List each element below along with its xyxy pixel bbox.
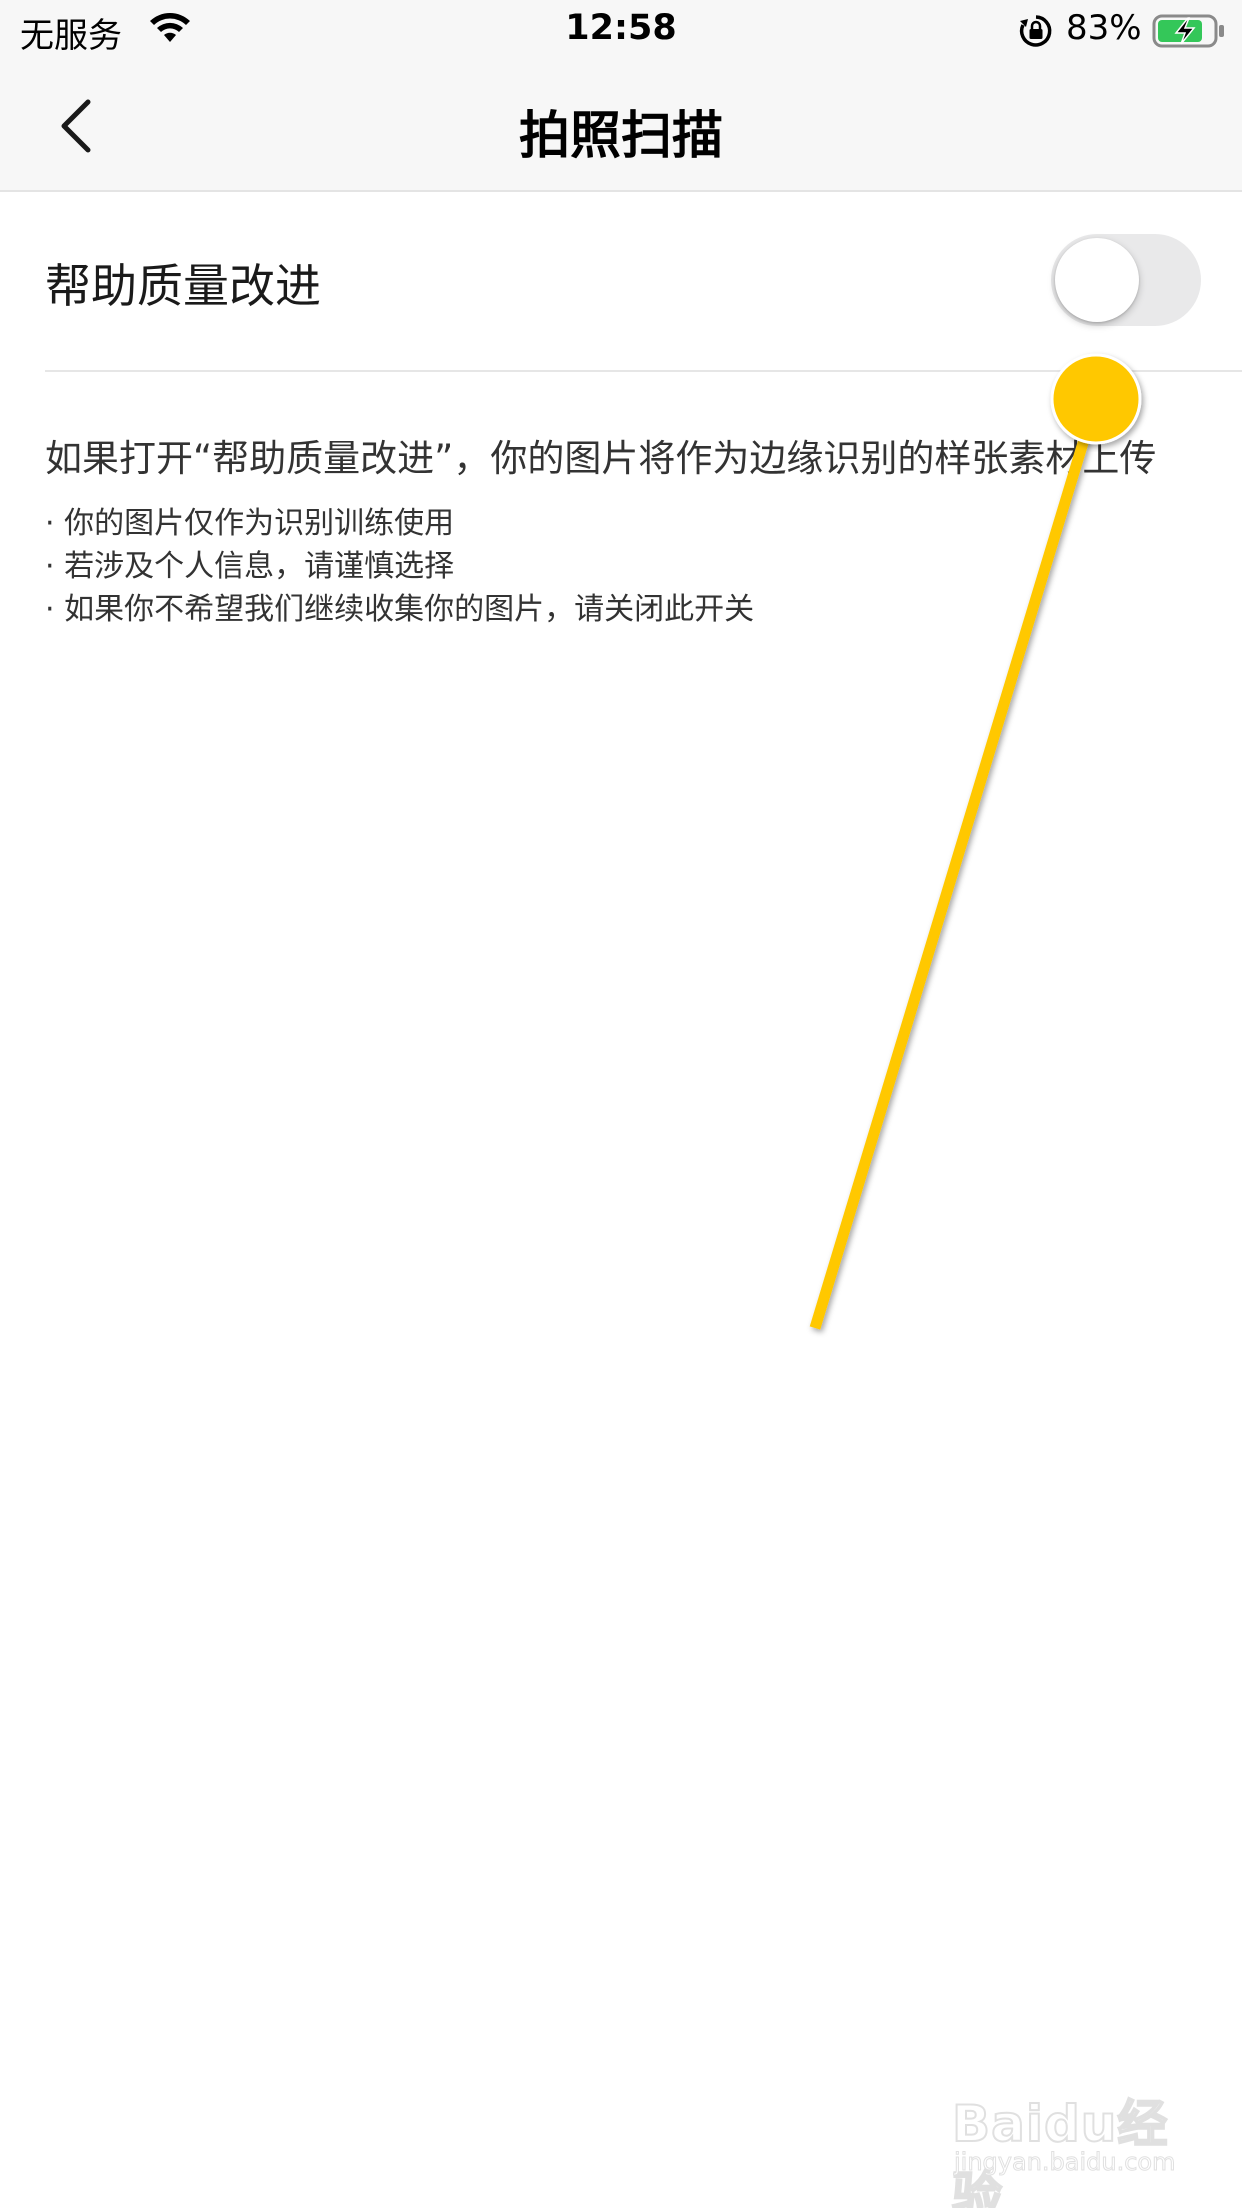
watermark-main-text: Baidu经验 bbox=[951, 2094, 1169, 2208]
bullet-item: · 如果你不希望我们继续收集你的图片，请关闭此开关 bbox=[45, 592, 755, 627]
page-title: 拍照扫描 bbox=[518, 107, 723, 166]
orientation-lock-icon bbox=[1019, 15, 1052, 47]
annotation-line bbox=[809, 398, 1102, 1330]
setting-row-quality-improvement: 帮助质量改进 bbox=[45, 192, 1242, 372]
baidu-watermark-logo: Baidu经验 jingyan.baidu.com bbox=[946, 2070, 1216, 2208]
description-bullets: · 你的图片仅作为识别训练使用 · 若涉及个人信息，请谨慎选择 · 如果你不希望… bbox=[45, 502, 754, 631]
battery-charging-icon bbox=[1152, 14, 1224, 48]
bullet-item: · 若涉及个人信息，请谨慎选择 bbox=[45, 549, 455, 584]
clock: 12:58 bbox=[565, 8, 677, 48]
description-text: 如果打开“帮助质量改进”，你的图片将作为边缘识别的样张素材上传 bbox=[45, 437, 1157, 480]
status-bar: 无服务 12:58 83% bbox=[0, 0, 1242, 60]
battery-percent: 83% bbox=[1066, 8, 1142, 48]
navigation-bar: 拍照扫描 bbox=[0, 60, 1242, 192]
bullet-item: · 你的图片仅作为识别训练使用 bbox=[45, 506, 455, 541]
quality-improvement-toggle[interactable] bbox=[1051, 234, 1201, 326]
setting-label: 帮助质量改进 bbox=[45, 259, 321, 313]
toggle-knob bbox=[1055, 238, 1139, 322]
screen: 无服务 12:58 83% 拍照扫描 帮助质量改进 如果打开“帮助质量改进”，你… bbox=[0, 0, 1242, 2208]
watermark-sub-text: jingyan.baidu.com bbox=[953, 2148, 1176, 2177]
